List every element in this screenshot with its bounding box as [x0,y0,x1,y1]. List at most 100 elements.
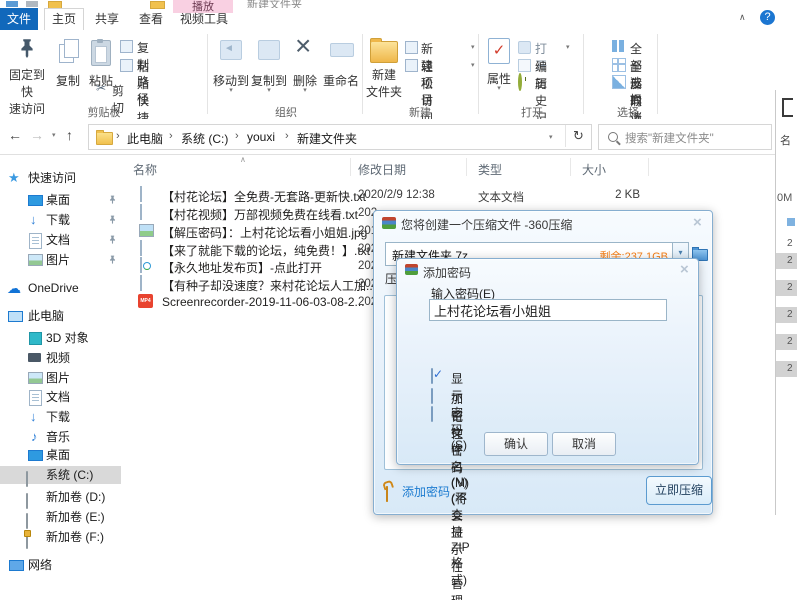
qat-icon-fragment[interactable] [6,1,18,7]
table-row[interactable]: 【村花论坛】全免费-无套路-更新快.txt 2020/2/9 12:38 文本文… [124,186,775,204]
ribbon-separator [362,34,363,114]
background-icon-fragment [782,98,793,117]
background-text-fragment: 0M [777,192,792,204]
up-button[interactable]: ↑ [66,127,73,143]
sidebar-item-onedrive[interactable]: ☁ OneDrive [0,279,124,297]
search-icon [608,132,618,142]
password-input[interactable] [429,299,667,321]
sidebar-item-pictures[interactable]: 图片 [0,251,124,269]
dialog-title: 您将创建一个压缩文件 -360压缩 [401,216,572,233]
chevron-down-icon: ▾ [250,87,288,94]
qat-icon-fragment[interactable] [26,1,38,7]
sidebar-item-drive-e[interactable]: 新加卷 (E:) [0,508,124,526]
chevron-down-icon: ▾ [212,87,250,94]
sidebar-item-drive-d[interactable]: 新加卷 (D:) [0,488,124,506]
copy-icon [59,44,74,63]
sidebar-item-downloads-2[interactable]: ↓ 下载 [0,408,124,426]
confirm-button[interactable]: 确认 [484,432,548,456]
background-icon-fragment [787,218,795,226]
column-header-name[interactable]: 名称 [133,161,157,178]
group-label-new: 新建 [400,104,440,120]
sidebar-item-music[interactable]: ♪ 音乐 [0,428,124,446]
collapse-ribbon-icon[interactable]: ∧ [739,12,746,23]
help-icon[interactable]: ? [760,10,775,25]
address-dropdown-icon[interactable]: ▾ [549,134,553,141]
360zip-logo-icon [382,217,396,229]
sidebar-item-downloads[interactable]: ↓ 下载 [0,211,124,229]
breadcrumb-new-folder[interactable]: 新建文件夹 [297,130,357,147]
close-icon[interactable]: × [680,263,689,277]
breadcrumb-this-pc[interactable]: 此电脑 [127,130,163,147]
sidebar-item-documents[interactable]: 文档 [0,231,124,249]
sort-ascending-icon: ∧ [240,155,246,164]
add-password-link[interactable]: 添加密码 [386,483,506,499]
copy-to-button[interactable]: 复制到 ▾ [250,34,288,112]
sidebar-item-drive-f[interactable]: 新加卷 (F:) [0,528,124,546]
sidebar-item-this-pc[interactable]: 此电脑 [0,307,124,325]
sidebar-item-drive-c[interactable]: 系统 (C:) [0,466,121,484]
cancel-button[interactable]: 取消 [552,432,616,456]
document-icon [29,233,42,249]
sidebar-item-3d-objects[interactable]: 3D 对象 [0,329,124,347]
pin-to-quick-access-button[interactable]: 固定到快 速访问 [4,34,50,112]
sidebar-item-network[interactable]: 网络 [0,556,124,574]
column-header-date[interactable]: 修改日期 [358,161,406,178]
window-title-fragment: 新建文件夹 [247,0,367,8]
music-icon: ♪ [31,428,38,446]
move-to-button[interactable]: ◄ 移动到 ▾ [212,34,250,112]
download-icon: ↓ [30,211,37,229]
tab-view[interactable]: 查看 [132,8,170,30]
properties-button[interactable]: ✓ 属性 ▾ [485,34,513,112]
checkbox-checked-icon: ✓ [431,368,433,384]
delete-button[interactable]: × 删除 ▾ [290,34,320,112]
ribbon-separator [657,34,658,114]
close-icon[interactable]: × [693,216,702,230]
tab-share[interactable]: 共享 [88,8,126,30]
new-folder-icon [370,41,398,63]
rename-button[interactable]: 重命名 [322,34,360,112]
history-button[interactable]: 历史记录 [518,74,522,90]
show-password-checkbox[interactable]: ✓ 显示密码(S) [431,369,433,384]
drive-icon [26,471,28,487]
sidebar-item-documents-2[interactable]: 文档 [0,388,124,406]
sidebar-item-desktop[interactable]: 桌面 [0,191,124,209]
select-all-icon [612,40,624,52]
pictures-icon [28,372,43,384]
tab-home[interactable]: 主页 [44,8,84,31]
desktop-icon [28,195,43,206]
ribbon-separator [207,34,208,114]
recent-locations-dropdown[interactable]: ▾ [52,132,56,139]
new-item-icon [405,41,418,54]
compress-now-button[interactable]: 立即压缩 [646,476,712,505]
sidebar-item-desktop-2[interactable]: 桌面 [0,446,124,464]
address-bar[interactable]: › 此电脑 › 系统 (C:) › youxi › 新建文件夹 ▾ ↻ [88,124,592,150]
breadcrumb-drive-c[interactable]: 系统 (C:) [181,130,228,147]
new-folder-button[interactable]: 新建 文件夹 [364,34,404,112]
video-icon [28,353,41,362]
copy-path-icon [120,40,133,53]
search-box[interactable]: 搜索"新建文件夹" [598,124,772,150]
back-button[interactable]: ← [8,127,22,143]
tab-video-tools[interactable]: 视频工具 [176,8,232,30]
txt-file-icon [140,240,142,256]
column-header-type[interactable]: 类型 [478,161,502,178]
tab-file[interactable]: 文件 [0,8,38,30]
remember-password-checkbox[interactable]: 记住密码(M) (将会显示在管理密码窗口中) [431,407,433,422]
encrypt-filenames-checkbox[interactable]: 加密文件名(N) (不支持ZIP格式) [431,389,433,404]
forward-button[interactable]: → [30,127,44,143]
drive-lock-icon [26,533,28,549]
chevron-down-icon: ▾ [471,44,475,51]
checkbox-icon [431,406,433,422]
sidebar-item-videos[interactable]: 视频 [0,349,124,367]
sidebar-item-quick-access[interactable]: ★ 快速访问 [0,169,124,187]
copy-button[interactable]: 复制 [52,34,84,112]
refresh-button[interactable]: ↻ [573,128,584,144]
background-column-fragment: 名 [780,132,791,148]
column-header-size[interactable]: 大小 [582,161,606,178]
properties-icon: ✓ [488,38,510,64]
paste-shortcut-icon [120,59,133,72]
open-icon [518,41,531,54]
group-label-select: 选择 [608,104,648,120]
sidebar-item-pictures-2[interactable]: 图片 [0,369,124,387]
breadcrumb-youxi[interactable]: youxi [247,130,275,144]
